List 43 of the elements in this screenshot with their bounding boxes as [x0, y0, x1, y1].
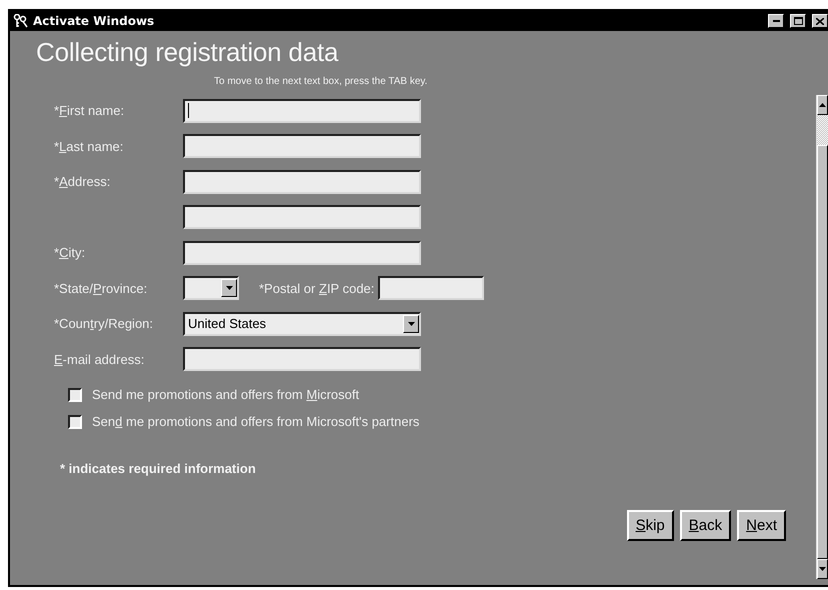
window-title: Activate Windows — [33, 14, 156, 28]
close-button[interactable] — [812, 14, 828, 28]
close-icon — [816, 18, 824, 24]
field-label: *City: — [54, 245, 86, 260]
checkbox[interactable] — [68, 414, 82, 428]
checkbox[interactable] — [68, 388, 82, 402]
instruction-text: To move to the next text box, press the TAB key. — [214, 76, 428, 87]
required-note: * indicates required information — [60, 461, 257, 476]
wizard-button[interactable]: Next — [737, 510, 786, 541]
field-label: *State/Province: — [54, 280, 148, 296]
field-label: *Address: — [54, 174, 112, 190]
text-field[interactable] — [183, 205, 421, 230]
text-field[interactable] — [183, 240, 421, 265]
state-dropdown[interactable] — [183, 276, 239, 300]
wizard-button[interactable]: Skip — [626, 510, 674, 541]
scroll-down-button[interactable] — [817, 559, 828, 579]
checkbox-label: Send me promotions and offers from Microsoft's partners — [92, 414, 420, 429]
text-field[interactable] — [183, 134, 421, 158]
text-field[interactable] — [183, 170, 421, 194]
country-dropdown[interactable]: United States — [183, 312, 421, 336]
page-heading: Collecting registration data — [36, 37, 340, 68]
minimize-icon — [772, 20, 780, 22]
up-arrow-icon — [819, 103, 826, 107]
scrollbar[interactable] — [816, 95, 828, 579]
text-field[interactable] — [183, 98, 421, 123]
scroll-thumb[interactable] — [817, 145, 828, 559]
field-label: E-mail address: — [54, 352, 146, 367]
checkbox-label: Send me promotions and offers from Microsoft — [92, 387, 360, 402]
keys-icon — [13, 14, 29, 28]
wizard-button[interactable]: Back — [680, 510, 732, 541]
scroll-up-button[interactable] — [817, 95, 828, 115]
postal-code-field[interactable] — [378, 276, 484, 300]
text-field[interactable] — [183, 347, 421, 372]
down-arrow-icon — [408, 322, 414, 326]
maximize-icon — [794, 17, 802, 25]
field-label: *First name: — [54, 103, 126, 118]
down-arrow-icon — [819, 567, 826, 571]
down-arrow-icon — [226, 286, 232, 290]
field-label: *Last name: — [54, 138, 124, 154]
maximize-button[interactable] — [790, 14, 806, 28]
field-label: *Postal or ZIP code: — [259, 280, 374, 296]
field-label: *Country/Region: — [54, 316, 154, 332]
minimize-button[interactable] — [768, 14, 784, 28]
